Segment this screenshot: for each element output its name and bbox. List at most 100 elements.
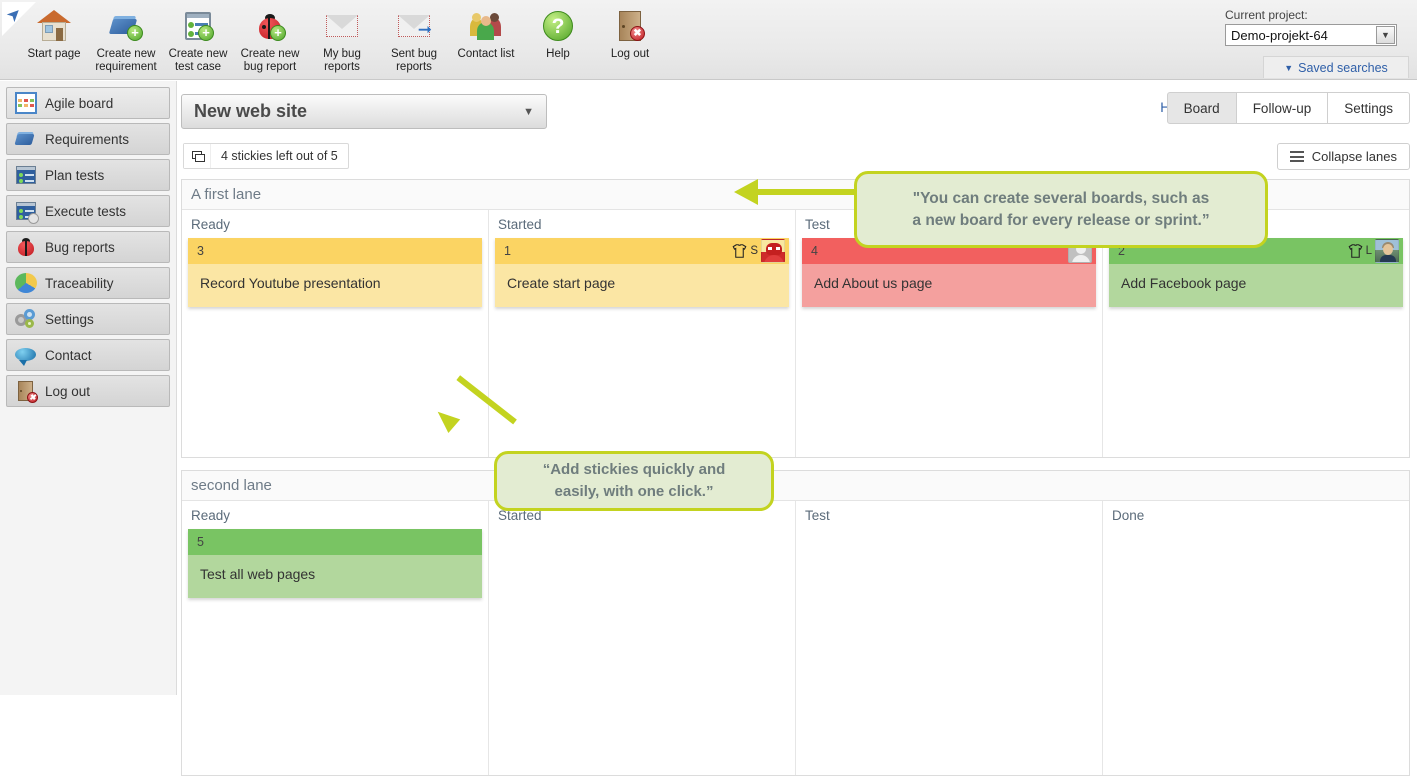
- callout-boards-tip: "You can create several boards, such as …: [854, 171, 1268, 248]
- toolbar-my-bug-reports[interactable]: My bug reports: [306, 4, 378, 74]
- callout-arrow-shaft: [756, 189, 856, 195]
- sticky-card-title: Add About us page: [802, 264, 1096, 307]
- sidebar-item-settings[interactable]: Settings: [6, 303, 170, 335]
- toolbar-start-page[interactable]: Start page: [18, 4, 90, 61]
- toolbar-label: Log out: [610, 48, 650, 60]
- board-dropdown-value: New web site: [194, 101, 308, 121]
- sticky-card[interactable]: 2 L Add Facebook page: [1109, 238, 1403, 307]
- sticky-card-badges: S: [732, 239, 785, 263]
- saved-searches-label: Saved searches: [1298, 60, 1388, 75]
- saved-searches-button[interactable]: ▼ Saved searches: [1263, 56, 1409, 78]
- swimlane-columns: Ready 5 Test all web pages Started Test: [182, 501, 1409, 775]
- sidebar-item-plan-tests[interactable]: Plan tests: [6, 159, 170, 191]
- tab-settings[interactable]: Settings: [1328, 92, 1410, 124]
- envelope-icon: [322, 6, 362, 46]
- new-test-case-icon: +: [178, 6, 218, 46]
- agile-board-icon: [15, 92, 37, 114]
- current-project-selector: Current project: Demo-projekt-64 ▼: [1225, 8, 1411, 46]
- toolbar-label: Create new test case: [168, 48, 228, 73]
- tab-board[interactable]: Board: [1166, 92, 1237, 124]
- sidebar-item-label: Execute tests: [45, 203, 127, 219]
- agile-board-main: New web site ▼ 4 stickies left out of 5 …: [178, 81, 1417, 776]
- callout-stickies-tip: “Add stickies quickly and easily, with o…: [494, 451, 774, 511]
- sidebar-item-log-out[interactable]: ✖ Log out: [6, 375, 170, 407]
- toolbar-label: Sent bug reports: [390, 48, 438, 73]
- project-dropdown-value: Demo-projekt-64: [1231, 27, 1328, 43]
- board-column-started[interactable]: Started: [489, 501, 796, 775]
- avatar: [1375, 239, 1399, 263]
- toolbar-create-new-bug-report[interactable]: + Create new bug report: [234, 4, 306, 74]
- sticky-card-id: 5: [197, 535, 204, 549]
- sidebar-item-label: Bug reports: [45, 239, 115, 255]
- toolbar-create-new-test-case[interactable]: + Create new test case: [162, 4, 234, 74]
- stickies-counter: 4 stickies left out of 5: [183, 143, 349, 169]
- sidebar-item-bug-reports[interactable]: Bug reports: [6, 231, 170, 263]
- people-icon: [466, 6, 506, 46]
- tshirt-size-icon: [1348, 244, 1363, 258]
- sidebar-item-contact[interactable]: Contact: [6, 339, 170, 371]
- sticky-card[interactable]: 4 Add About us page: [802, 238, 1096, 307]
- toolbar-log-out[interactable]: ✖ Log out: [594, 4, 666, 61]
- column-header: Ready: [191, 507, 231, 523]
- envelope-sent-icon: ➞: [394, 6, 434, 46]
- contact-chat-icon: [15, 344, 37, 366]
- sidebar-item-label: Traceability: [45, 275, 114, 291]
- add-sticky-icon[interactable]: [184, 144, 211, 168]
- sticky-card-id: 3: [197, 244, 204, 258]
- top-toolbar: ➤ Start page + Create new requirement + …: [0, 0, 1417, 80]
- sticky-card-size: L: [1365, 245, 1372, 257]
- chevron-down-icon: ▼: [1284, 62, 1294, 73]
- sticky-card-header: 1 S: [495, 238, 789, 264]
- traceability-pie-icon: [15, 273, 37, 293]
- tab-follow-up[interactable]: Follow-up: [1236, 92, 1329, 124]
- toolbar-create-new-requirement[interactable]: + Create new requirement: [90, 4, 162, 74]
- board-column-test[interactable]: Test: [796, 501, 1103, 775]
- bug-reports-icon: [15, 236, 37, 258]
- settings-gears-icon: [15, 308, 37, 330]
- sidebar-item-traceability[interactable]: Traceability: [6, 267, 170, 299]
- toolbar-sent-bug-reports[interactable]: ➞ Sent bug reports: [378, 4, 450, 74]
- sticky-card-id: 4: [811, 244, 818, 258]
- board-view-tabs: Board Follow-up Settings: [1166, 92, 1410, 124]
- sidebar-item-requirements[interactable]: Requirements: [6, 123, 170, 155]
- column-header: Done: [1112, 507, 1145, 523]
- sticky-card[interactable]: 1 S Create start page: [495, 238, 789, 307]
- sticky-card-header: 3: [188, 238, 482, 264]
- project-dropdown[interactable]: Demo-projekt-64 ▼: [1225, 24, 1397, 46]
- toolbar-label: Create new requirement: [95, 48, 157, 73]
- toolbar-contact-list[interactable]: Contact list: [450, 4, 522, 61]
- sidebar-item-label: Settings: [45, 311, 94, 327]
- sticky-card-title: Create start page: [495, 264, 789, 307]
- toolbar-label: Help: [546, 48, 570, 60]
- board-dropdown[interactable]: New web site ▼: [181, 94, 547, 129]
- collapse-lanes-button[interactable]: Collapse lanes: [1276, 143, 1410, 170]
- column-header: Test: [805, 507, 830, 523]
- sticky-card[interactable]: 5 Test all web pages: [188, 529, 482, 598]
- door-logout-icon: ✖: [610, 6, 650, 46]
- callout-arrow-head: [734, 179, 758, 205]
- toolbar-label: Start page: [27, 48, 81, 60]
- toolbar-label: Contact list: [457, 48, 515, 60]
- house-icon: [34, 6, 74, 46]
- toolbar-buttons: Start page + Create new requirement + Cr…: [18, 4, 666, 74]
- sidebar-item-label: Requirements: [45, 131, 130, 147]
- callout-line: “Add stickies quickly and: [542, 461, 726, 478]
- board-column-started[interactable]: Started 1 S Create start page: [489, 210, 796, 457]
- sidebar-item-execute-tests[interactable]: Execute tests: [6, 195, 170, 227]
- toolbar-help[interactable]: ? Help: [522, 4, 594, 61]
- sidebar-nav: Agile board Requirements Plan tests Exec…: [0, 81, 177, 695]
- plan-tests-icon: [15, 164, 37, 186]
- sidebar-item-label: Contact: [45, 347, 92, 363]
- callout-line: "You can create several boards, such as: [912, 189, 1210, 207]
- column-body: 3 Record Youtube presentation: [182, 238, 488, 307]
- sticky-card-title: Add Facebook page: [1109, 264, 1403, 307]
- column-body: 4 Add About us page: [796, 238, 1102, 307]
- sidebar-item-agile-board[interactable]: Agile board: [6, 87, 170, 119]
- sticky-card[interactable]: 3 Record Youtube presentation: [188, 238, 482, 307]
- swimlane-title: second lane: [182, 471, 1409, 501]
- avatar: [761, 239, 785, 263]
- sticky-card-header: 5: [188, 529, 482, 555]
- callout-line: a new board for every release or sprint.…: [912, 211, 1210, 229]
- board-column-ready[interactable]: Ready 5 Test all web pages: [182, 501, 489, 775]
- board-column-done[interactable]: Done: [1103, 501, 1409, 775]
